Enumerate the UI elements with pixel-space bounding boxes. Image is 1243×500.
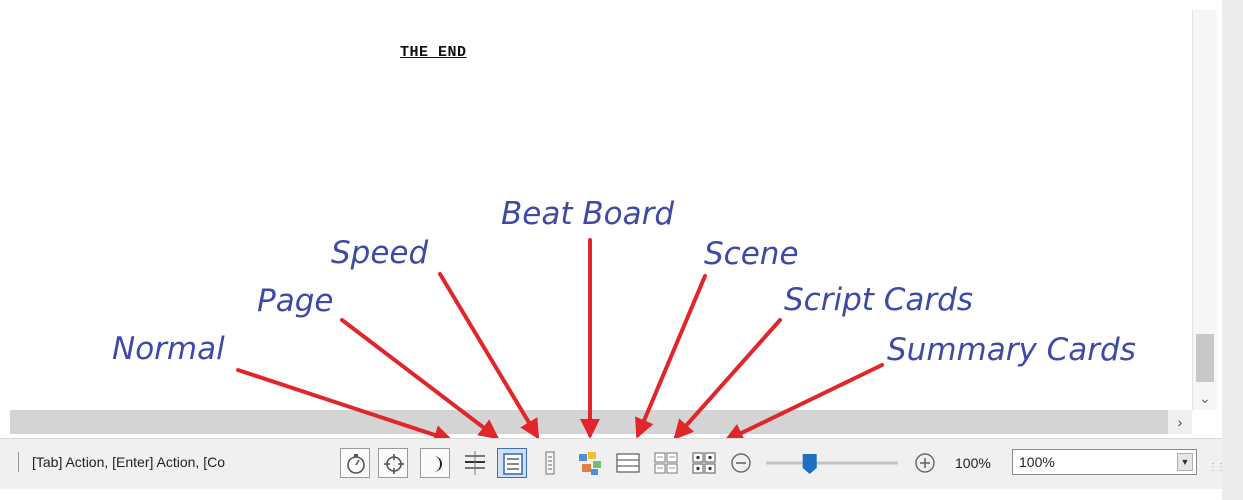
zoom-in-icon xyxy=(915,453,935,473)
summary-cards-icon xyxy=(692,452,716,474)
zoom-slider-thumb xyxy=(802,454,817,474)
zoom-out-button[interactable] xyxy=(726,448,756,478)
speed-view-icon xyxy=(545,451,555,475)
zoom-select-value: 100% xyxy=(1019,454,1055,470)
normal-view-icon xyxy=(465,451,485,475)
speed-view-button[interactable] xyxy=(535,448,565,478)
status-separator xyxy=(18,452,19,472)
moon-icon xyxy=(434,456,442,472)
zoom-in-button[interactable] xyxy=(910,448,940,478)
status-hint-text: [Tab] Action, [Enter] Action, [Co xyxy=(32,454,225,470)
night-mode-button[interactable] xyxy=(420,448,450,478)
script-cards-icon xyxy=(654,452,678,474)
page-view-button[interactable] xyxy=(497,448,527,478)
script-cards-button[interactable] xyxy=(651,448,681,478)
zoom-select[interactable]: 100% ▼ xyxy=(1012,449,1197,475)
beat-board-button[interactable] xyxy=(575,448,605,478)
beat-board-icon xyxy=(579,452,601,475)
zoom-slider[interactable] xyxy=(762,448,902,478)
zoom-out-icon xyxy=(731,453,751,473)
arrow-normal xyxy=(236,368,454,445)
summary-cards-button[interactable] xyxy=(689,448,719,478)
dropdown-arrow-icon[interactable]: ▼ xyxy=(1177,453,1193,471)
stopwatch-icon xyxy=(347,454,365,474)
arrow-page xyxy=(340,318,500,440)
normal-view-button[interactable] xyxy=(460,448,490,478)
arrow-speed xyxy=(438,272,540,440)
arrow-scene xyxy=(634,274,707,439)
page-view-icon xyxy=(503,453,523,475)
scene-view-icon xyxy=(616,453,640,473)
resize-grip-icon[interactable]: ⋮⋮ xyxy=(1208,462,1226,474)
navigator-button[interactable] xyxy=(378,448,408,478)
stopwatch-button[interactable] xyxy=(340,448,370,478)
annotation-arrows xyxy=(236,238,884,445)
arrow-script-cards xyxy=(673,318,782,440)
scene-view-button[interactable] xyxy=(613,448,643,478)
arrow-summary-cards xyxy=(723,363,884,443)
target-icon xyxy=(384,454,404,474)
zoom-level-text: 100% xyxy=(955,455,991,471)
